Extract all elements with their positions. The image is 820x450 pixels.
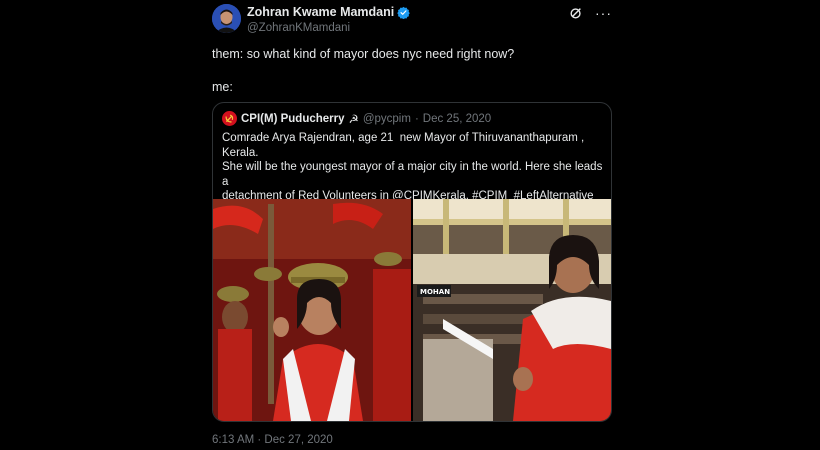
tweet-text: them: so what kind of mayor does nyc nee… [212,46,514,96]
quoted-author-handle[interactable]: @pycpim [363,113,411,125]
hammer-sickle-icon[interactable] [222,111,237,126]
grok-icon[interactable] [569,6,583,20]
tweet: Zohran Kwame Mamdani @ZohranKMamdani ···… [212,0,612,450]
author-name[interactable]: Zohran Kwame Mamdani [247,5,394,19]
photo-parade[interactable] [213,199,411,421]
quoted-media: MOHAN [213,199,611,421]
verified-badge-icon[interactable] [397,6,411,19]
top-actions: ··· [569,6,612,20]
name-row: Zohran Kwame Mamdani [247,5,411,19]
photo-sign-text: MOHAN [420,288,450,296]
photo-council[interactable]: MOHAN [413,199,611,421]
quoted-tweet[interactable]: CPI(M) Puducherry ☭ @pycpim · Dec 25, 20… [212,102,612,422]
photo-parade-image [213,199,411,421]
author-block: Zohran Kwame Mamdani @ZohranKMamdani [247,5,411,34]
tweet-text-line-2: me: [212,80,233,94]
quoted-date[interactable]: Dec 25, 2020 [423,113,491,125]
photo-council-image: MOHAN [413,199,611,421]
tweet-text-line-1: them: so what kind of mayor does nyc nee… [212,47,515,61]
tweet-timestamp[interactable]: 6:13 AM · Dec 27, 2020 [212,434,333,446]
author-handle[interactable]: @ZohranKMamdani [247,22,410,34]
separator-dot: · [414,112,419,125]
avatar[interactable] [212,4,241,33]
avatar-image [212,4,241,33]
quoted-author-emoji: ☭ [348,113,359,126]
quoted-header: CPI(M) Puducherry ☭ @pycpim · Dec 25, 20… [222,111,491,126]
more-options-icon[interactable]: ··· [595,6,612,20]
quoted-author-name[interactable]: CPI(M) Puducherry [241,113,345,125]
